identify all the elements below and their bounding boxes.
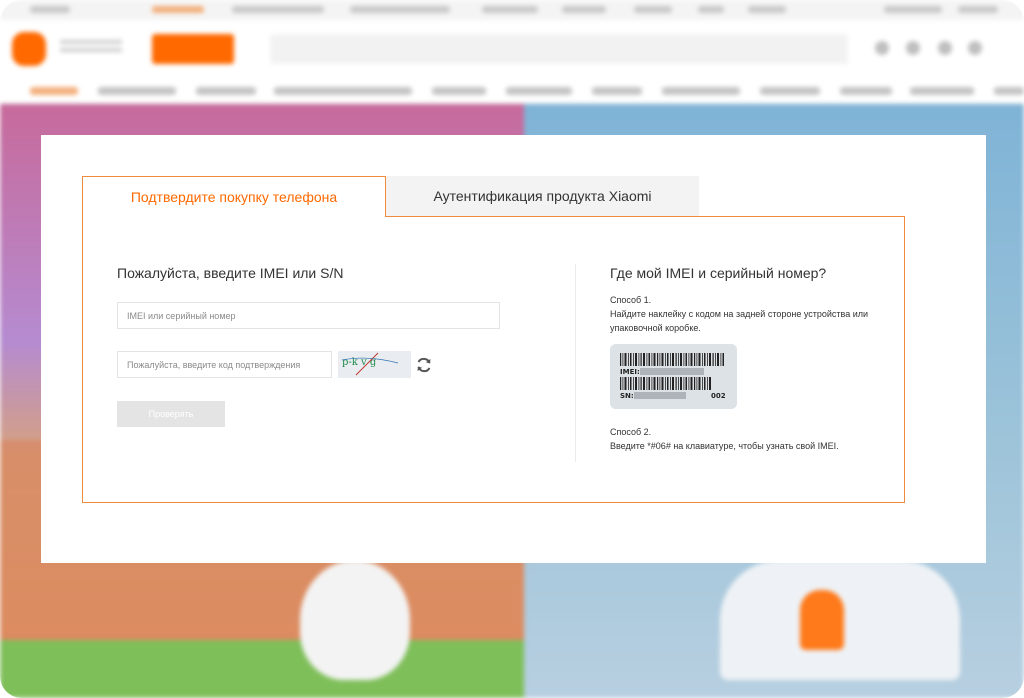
bg-header <box>0 20 1024 78</box>
captcha-image: p-k v g <box>338 351 411 378</box>
verification-code-input[interactable] <box>117 351 332 378</box>
column-divider <box>575 264 576 462</box>
tab-bar: Подтвердите покупку телефона Аутентифика… <box>82 176 699 217</box>
method-1-heading: Способ 1. <box>610 295 652 305</box>
screen-frame: Подтвердите покупку телефона Аутентифика… <box>0 0 1024 698</box>
svg-text:002: 002 <box>711 392 726 400</box>
verification-card: Подтвердите покупку телефона Аутентифика… <box>41 135 986 563</box>
refresh-captcha-icon[interactable] <box>415 356 433 374</box>
svg-text:SN:: SN: <box>620 392 634 400</box>
svg-text:IMEI:: IMEI: <box>620 368 640 376</box>
tab-confirm-purchase[interactable]: Подтвердите покупку телефона <box>82 176 386 217</box>
form-title: Пожалуйста, введите IMEI или S/N <box>117 265 344 281</box>
method-2-text: Введите *#06# на клавиатуре, чтобы узнат… <box>610 441 839 451</box>
tab-panel: Пожалуйста, введите IMEI или S/N p-k v g <box>82 216 905 503</box>
bg-nav <box>0 78 1024 104</box>
method-2-heading: Способ 2. <box>610 427 652 437</box>
verify-button[interactable]: Проверять <box>117 401 225 427</box>
tab-product-authentication[interactable]: Аутентификация продукта Xiaomi <box>386 176 699 216</box>
bg-topbar <box>0 0 1024 20</box>
method-2: Способ 2. Введите *#06# на клавиатуре, ч… <box>610 425 880 453</box>
method-1: Способ 1. Найдите наклейку с кодом на за… <box>610 293 880 335</box>
imei-input[interactable] <box>117 302 500 329</box>
method-1-text: Найдите наклейку с кодом на задней сторо… <box>610 309 869 333</box>
imei-sticker-image: IMEI: SN: 002 <box>610 344 737 409</box>
help-title: Где мой IMEI и серийный номер? <box>610 265 827 281</box>
